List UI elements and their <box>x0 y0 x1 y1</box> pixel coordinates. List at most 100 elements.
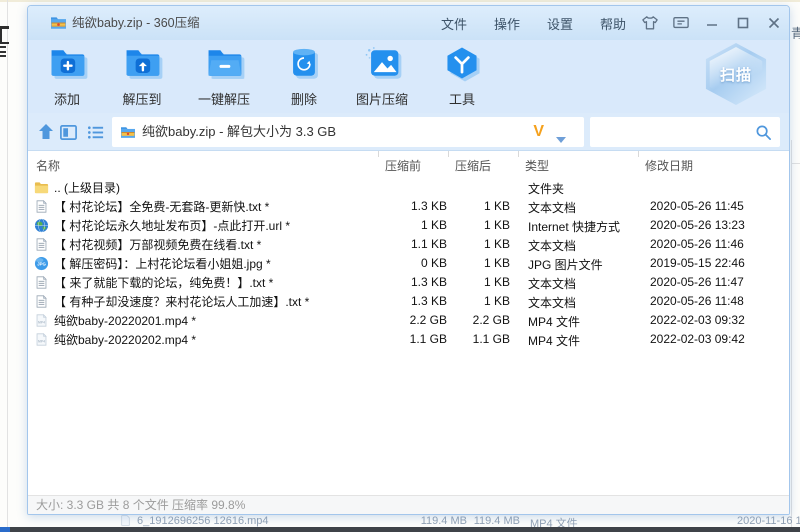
address-bar[interactable]: 纯欲baby.zip - 解包大小为 3.3 GB V <box>112 117 584 147</box>
file-name: 纯欲baby-20220201.mp4 * <box>54 312 196 329</box>
close-button[interactable] <box>765 14 783 32</box>
cell: 119.4 MB <box>407 515 467 527</box>
feedback-icon[interactable] <box>672 14 690 32</box>
menu-bar: 文件 操作 设置 帮助 <box>441 6 626 40</box>
file-name-cell: JPG 【 解压密码】：上村花论坛看小姐姐.jpg * <box>33 254 271 273</box>
toolbar-button-label: 图片压缩 <box>346 89 418 108</box>
table-row[interactable]: JPG【 解压密码】：上村花论坛看小姐姐.jpg *0 KB1 KBJPG 图片… <box>28 254 789 273</box>
toolbar-button[interactable]: 添加 <box>31 44 103 108</box>
preview-pane-icon[interactable] <box>59 123 78 147</box>
background-window-divider <box>791 163 800 164</box>
toolbar-button[interactable]: 工具 <box>426 44 498 108</box>
table-row[interactable]: 【 村花论坛永久地址发布页】-点此打开.url *1 KB1 KBInterne… <box>28 216 789 235</box>
text-file-icon <box>33 275 49 291</box>
mp4-file-icon: MP4 <box>33 332 49 348</box>
size-before-cell: 2.2 GB <box>358 313 447 327</box>
file-name-cell: 【 村花视频】万部视频免费在线看.txt * <box>33 235 261 254</box>
search-icon[interactable] <box>755 124 772 146</box>
size-after-cell: 1 KB <box>448 199 510 213</box>
toolbar-button-label: 添加 <box>31 89 103 108</box>
menu-item-2[interactable]: 设置 <box>547 14 573 33</box>
column-header-name[interactable]: 名称 <box>36 157 60 174</box>
size-after-cell: 1.1 GB <box>448 332 510 346</box>
column-divider <box>448 151 449 157</box>
minimize-button[interactable] <box>703 14 721 32</box>
file-name: 【 来了就能下载的论坛，纯免费！】.txt * <box>54 274 273 291</box>
theme-shirt-icon[interactable] <box>641 14 659 32</box>
background-text-fragment: 青 <box>791 23 800 39</box>
folder-icon <box>33 180 49 196</box>
column-header-size-after[interactable]: 压缩后 <box>455 157 491 174</box>
background-window-left-edge <box>7 0 8 527</box>
file-name: 6_1912696256 12616.mp4 <box>137 515 269 527</box>
column-divider <box>518 151 519 157</box>
date-cell: 2020-05-26 11:45 <box>650 199 744 213</box>
size-after-cell: 1 KB <box>448 294 510 308</box>
menu-item-1[interactable]: 操作 <box>494 14 520 33</box>
table-row[interactable]: MP4纯欲baby-20220202.mp4 *1.1 GB1.1 GBMP4 … <box>28 330 789 349</box>
file-name-cell: 【 村花论坛永久地址发布页】-点此打开.url * <box>33 216 290 235</box>
toolbar-button[interactable]: 一键解压 <box>188 44 260 108</box>
toolbar-button[interactable]: 图片压缩 <box>346 44 418 108</box>
background-window-file-row: 6_1912696256 12616.mp4 119.4 MB 119.4 MB… <box>0 515 800 527</box>
table-row[interactable]: 【 有种子却没速度？来村花论坛人工加速】.txt *1.3 KB1 KB文本文档… <box>28 292 789 311</box>
menu-item-3[interactable]: 帮助 <box>600 14 626 33</box>
menu-item-0[interactable]: 文件 <box>441 14 467 33</box>
toolbar-button[interactable]: 解压到 <box>106 44 178 108</box>
desktop: 青 6_1912696256 12616.mp4 119.4 MB 119.4 … <box>0 0 800 532</box>
column-header-date[interactable]: 修改日期 <box>645 157 693 174</box>
search-input[interactable] <box>596 120 750 146</box>
chevron-down-icon[interactable] <box>556 130 566 148</box>
search-box <box>590 117 780 147</box>
date-cell: 2020-05-26 11:48 <box>650 294 744 308</box>
file-name: 【 村花论坛永久地址发布页】-点此打开.url * <box>54 217 290 234</box>
scan-badge[interactable]: 扫描 <box>704 43 768 105</box>
toolbar-button[interactable]: 删除 <box>268 44 340 108</box>
column-header-size-before[interactable]: 压缩前 <box>385 157 421 174</box>
date-cell: 2022-02-03 09:42 <box>650 332 745 346</box>
zip-file-icon <box>120 125 136 144</box>
toolbar-button-label: 工具 <box>426 89 498 108</box>
file-name-cell: 【 有种子却没速度？来村花论坛人工加速】.txt * <box>33 292 309 311</box>
background-text-fragment <box>0 26 9 44</box>
size-before-cell: 1 KB <box>358 218 447 232</box>
address-text: 纯欲baby.zip - 解包大小为 3.3 GB <box>142 117 336 147</box>
zip-file-icon <box>50 15 67 35</box>
url-globe-icon <box>33 218 49 234</box>
table-row[interactable]: .. (上级目录)文件夹 <box>28 178 789 197</box>
text-file-icon <box>33 199 49 215</box>
file-name-cell: 【 村花论坛】全免费-无套路-更新快.txt * <box>33 197 269 216</box>
file-name-cell: .. (上级目录) <box>33 178 120 197</box>
table-row[interactable]: 【 村花论坛】全免费-无套路-更新快.txt *1.3 KB1 KB文本文档20… <box>28 197 789 216</box>
file-list: .. (上级目录)文件夹【 村花论坛】全免费-无套路-更新快.txt * 1.3 … <box>28 178 789 495</box>
size-after-cell: 1 KB <box>448 237 510 251</box>
delete-trash-icon <box>268 44 340 88</box>
status-bar: 大小: 3.3 GB 共 8 个文件 压缩率 99.8% <box>28 495 789 515</box>
svg-text:MP4: MP4 <box>37 339 44 343</box>
table-row[interactable]: 【 来了就能下载的论坛，纯免费！】.txt *1.3 KB1 KB文本文档202… <box>28 273 789 292</box>
table-row[interactable]: MP4 纯欲baby-20220201.mp4 * 2.2 GB2.2 GB MP4 … <box>28 311 789 330</box>
cell: 119.4 MB <box>460 515 520 527</box>
type-cell: 文本文档 <box>528 294 576 311</box>
maximize-button[interactable] <box>734 14 752 32</box>
titlebar[interactable]: 纯欲baby.zip - 360压缩 文件操作设置帮助 <box>28 6 789 40</box>
type-cell: MP4 文件 <box>528 313 580 330</box>
jpg-image-icon: JPG <box>33 256 49 272</box>
column-divider <box>378 151 379 157</box>
image-compress-icon <box>346 44 418 88</box>
cell: MP4 文件 <box>530 515 578 527</box>
toolbar: 添加解压到一键解压删除图片压缩工具 扫描 <box>28 40 789 113</box>
table-row[interactable]: 【 村花视频】万部视频免费在线看.txt *1.1 KB1 KB文本文档2020… <box>28 235 789 254</box>
cell: 2020-11-16 16:3 <box>737 515 800 527</box>
file-name: 【 有种子却没速度？来村花论坛人工加速】.txt * <box>54 293 309 310</box>
list-view-icon[interactable] <box>86 123 105 147</box>
size-after-cell: 2.2 GB <box>448 313 510 327</box>
column-header-type[interactable]: 类型 <box>525 157 549 174</box>
type-cell: 文本文档 <box>528 199 576 216</box>
size-before-cell: 1.3 KB <box>358 275 447 289</box>
file-name: 【 解压密码】：上村花论坛看小姐姐.jpg * <box>54 255 271 272</box>
size-before-cell: 1.1 GB <box>358 332 447 346</box>
up-directory-icon[interactable] <box>36 122 56 147</box>
toolbar-button-label: 一键解压 <box>188 89 260 108</box>
mp4-file-icon: MP4 <box>33 313 49 329</box>
